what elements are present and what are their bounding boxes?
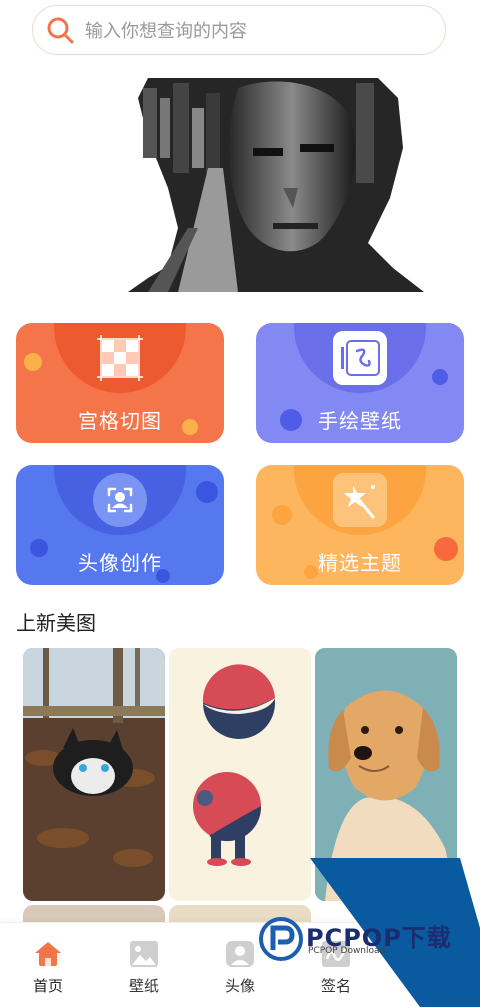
grid-icon bbox=[93, 331, 147, 385]
search-icon bbox=[47, 17, 74, 44]
category-label: 精选主题 bbox=[318, 551, 402, 575]
watermark-logo: PCPOP下载 PCPOP Download bbox=[258, 916, 478, 976]
handdraw-icon bbox=[333, 331, 387, 385]
wallpaper-thumb-illustration[interactable] bbox=[169, 648, 311, 901]
category-label: 头像创作 bbox=[78, 551, 162, 575]
search-placeholder[interactable]: 输入你想查询的内容 bbox=[85, 17, 247, 43]
category-avatar-creation[interactable]: 头像创作 bbox=[16, 465, 224, 585]
search-bar[interactable]: 输入你想查询的内容 bbox=[32, 5, 446, 55]
category-label: 宫格切图 bbox=[78, 409, 162, 433]
pcpop-logo-icon bbox=[259, 917, 303, 961]
category-featured-themes[interactable]: 精选主题 bbox=[256, 465, 464, 585]
avatar-frame-icon bbox=[93, 473, 147, 527]
category-grid-cut[interactable]: 宫格切图 bbox=[16, 323, 224, 443]
category-label: 手绘壁纸 bbox=[318, 409, 402, 433]
wallpaper-thumb-husky[interactable] bbox=[23, 648, 165, 901]
section-title: 上新美图 bbox=[16, 611, 96, 635]
magic-wand-icon bbox=[333, 473, 387, 527]
hero-banner-image[interactable] bbox=[128, 78, 424, 292]
image-icon bbox=[130, 941, 158, 967]
home-icon bbox=[35, 942, 61, 966]
tab-wallpaper[interactable]: 壁纸 bbox=[96, 937, 192, 996]
tab-home[interactable]: 首页 bbox=[0, 937, 96, 996]
portrait-icon bbox=[226, 941, 254, 967]
category-handdraw-wallpaper[interactable]: 手绘壁纸 bbox=[256, 323, 464, 443]
